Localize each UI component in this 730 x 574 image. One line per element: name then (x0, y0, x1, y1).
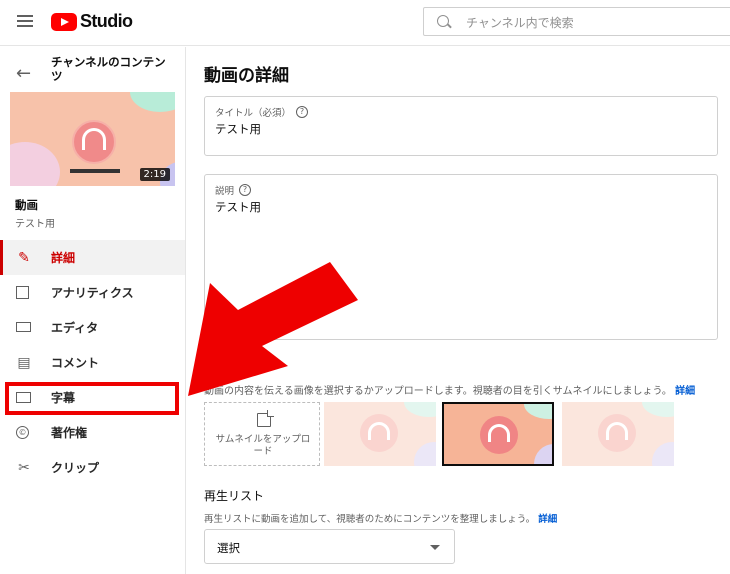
sidebar-item-details[interactable]: ✎ 詳細 (0, 240, 185, 275)
back-arrow-icon[interactable]: ← (16, 63, 31, 84)
sidebar-nav: ✎ 詳細 アナリティクス エディタ ▤ コメント 字幕 © 著作権 ✂ クリップ (0, 240, 185, 485)
search-placeholder: チャンネル内で検索 (466, 16, 574, 30)
playlist-description: 再生リストに動画を追加して、視聴者のためにコンテンツを整理しましょう。 詳細 (204, 511, 557, 525)
logo-text: Studio (80, 11, 133, 31)
upload-thumbnail-button[interactable]: サムネイルをアップロード (204, 402, 320, 466)
description-field[interactable]: 説明 ? テスト用 (204, 174, 718, 340)
video-title: テスト用 (15, 219, 55, 230)
channel-content-title: チャンネルのコンテンツ (51, 55, 166, 83)
sidebar-item-label: 著作権 (51, 426, 88, 440)
thumbnail-description-text: 動画の内容を伝える画像を選択するかアップロードします。視聴者の目を引くサムネイル… (204, 386, 672, 397)
editor-icon (16, 322, 31, 332)
sidebar-item-label: クリップ (51, 461, 100, 475)
comment-icon: ▤ (17, 354, 31, 371)
sidebar-item-copyright[interactable]: © 著作権 (0, 415, 185, 450)
thumbnail-option-3[interactable] (562, 402, 674, 466)
youtube-play-icon (51, 12, 77, 31)
playlist-select-value: 選択 (217, 541, 240, 555)
sidebar-item-clips[interactable]: ✂ クリップ (0, 450, 185, 485)
title-field[interactable]: タイトル（必須） ? テスト用 (204, 96, 718, 156)
thumbnail-description: 動画の内容を伝える画像を選択するかアップロードします。視聴者の目を引くサムネイル… (204, 382, 695, 397)
studio-logo[interactable]: Studio (51, 11, 133, 32)
sidebar: ← チャンネルのコンテンツ 2:19 動画 テスト用 ✎ 詳細 アナリティクス … (0, 47, 186, 574)
playlist-select[interactable]: 選択 (204, 529, 455, 564)
copyright-icon: © (16, 426, 29, 439)
description-field-value: テスト用 (215, 200, 261, 214)
title-label-text: タイトル（必須） (215, 108, 292, 119)
sidebar-item-label: 詳細 (51, 251, 76, 265)
video-thumbnail[interactable]: 2:19 (10, 92, 175, 186)
video-label: 動画 (15, 198, 38, 212)
search-icon (437, 15, 449, 27)
add-image-icon (257, 410, 274, 427)
title-field-value: テスト用 (215, 122, 261, 136)
sidebar-item-comments[interactable]: ▤ コメント (0, 345, 185, 380)
title-field-label: タイトル（必須） ? (215, 105, 309, 119)
page-title: 動画の詳細 (204, 66, 289, 86)
sidebar-item-editor[interactable]: エディタ (0, 310, 185, 345)
video-duration: 2:19 (139, 168, 170, 181)
sidebar-item-label: エディタ (51, 321, 99, 335)
sidebar-item-analytics[interactable]: アナリティクス (0, 275, 185, 310)
description-field-label: 説明 ? (215, 183, 252, 197)
pencil-icon: ✎ (18, 249, 30, 266)
sidebar-item-label: アナリティクス (51, 286, 134, 300)
caret-down-icon (430, 545, 440, 550)
thumbnail-option-1[interactable] (324, 402, 436, 466)
help-icon[interactable]: ? (296, 106, 309, 118)
headphones-icon (82, 128, 106, 150)
playlist-learn-more-link[interactable]: 詳細 (538, 514, 557, 525)
sidebar-item-label: コメント (51, 356, 100, 370)
playlist-description-text: 再生リストに動画を追加して、視聴者のためにコンテンツを整理しましょう。 (204, 514, 536, 525)
upload-thumbnail-label: サムネイルをアップロード (215, 434, 311, 457)
thumbnail-option-2[interactable] (442, 402, 554, 466)
help-icon[interactable]: ? (239, 184, 252, 196)
menu-icon[interactable] (17, 15, 33, 27)
top-bar: Studio チャンネル内で検索 (0, 0, 730, 46)
search-input[interactable]: チャンネル内で検索 (423, 7, 730, 36)
description-label-text: 説明 (215, 186, 235, 197)
thumbnail-learn-more-link[interactable]: 詳細 (675, 386, 695, 397)
playlist-heading: 再生リスト (204, 489, 265, 503)
analytics-icon (16, 286, 29, 299)
scissors-icon: ✂ (18, 459, 30, 476)
subtitles-highlight-box (5, 382, 179, 415)
